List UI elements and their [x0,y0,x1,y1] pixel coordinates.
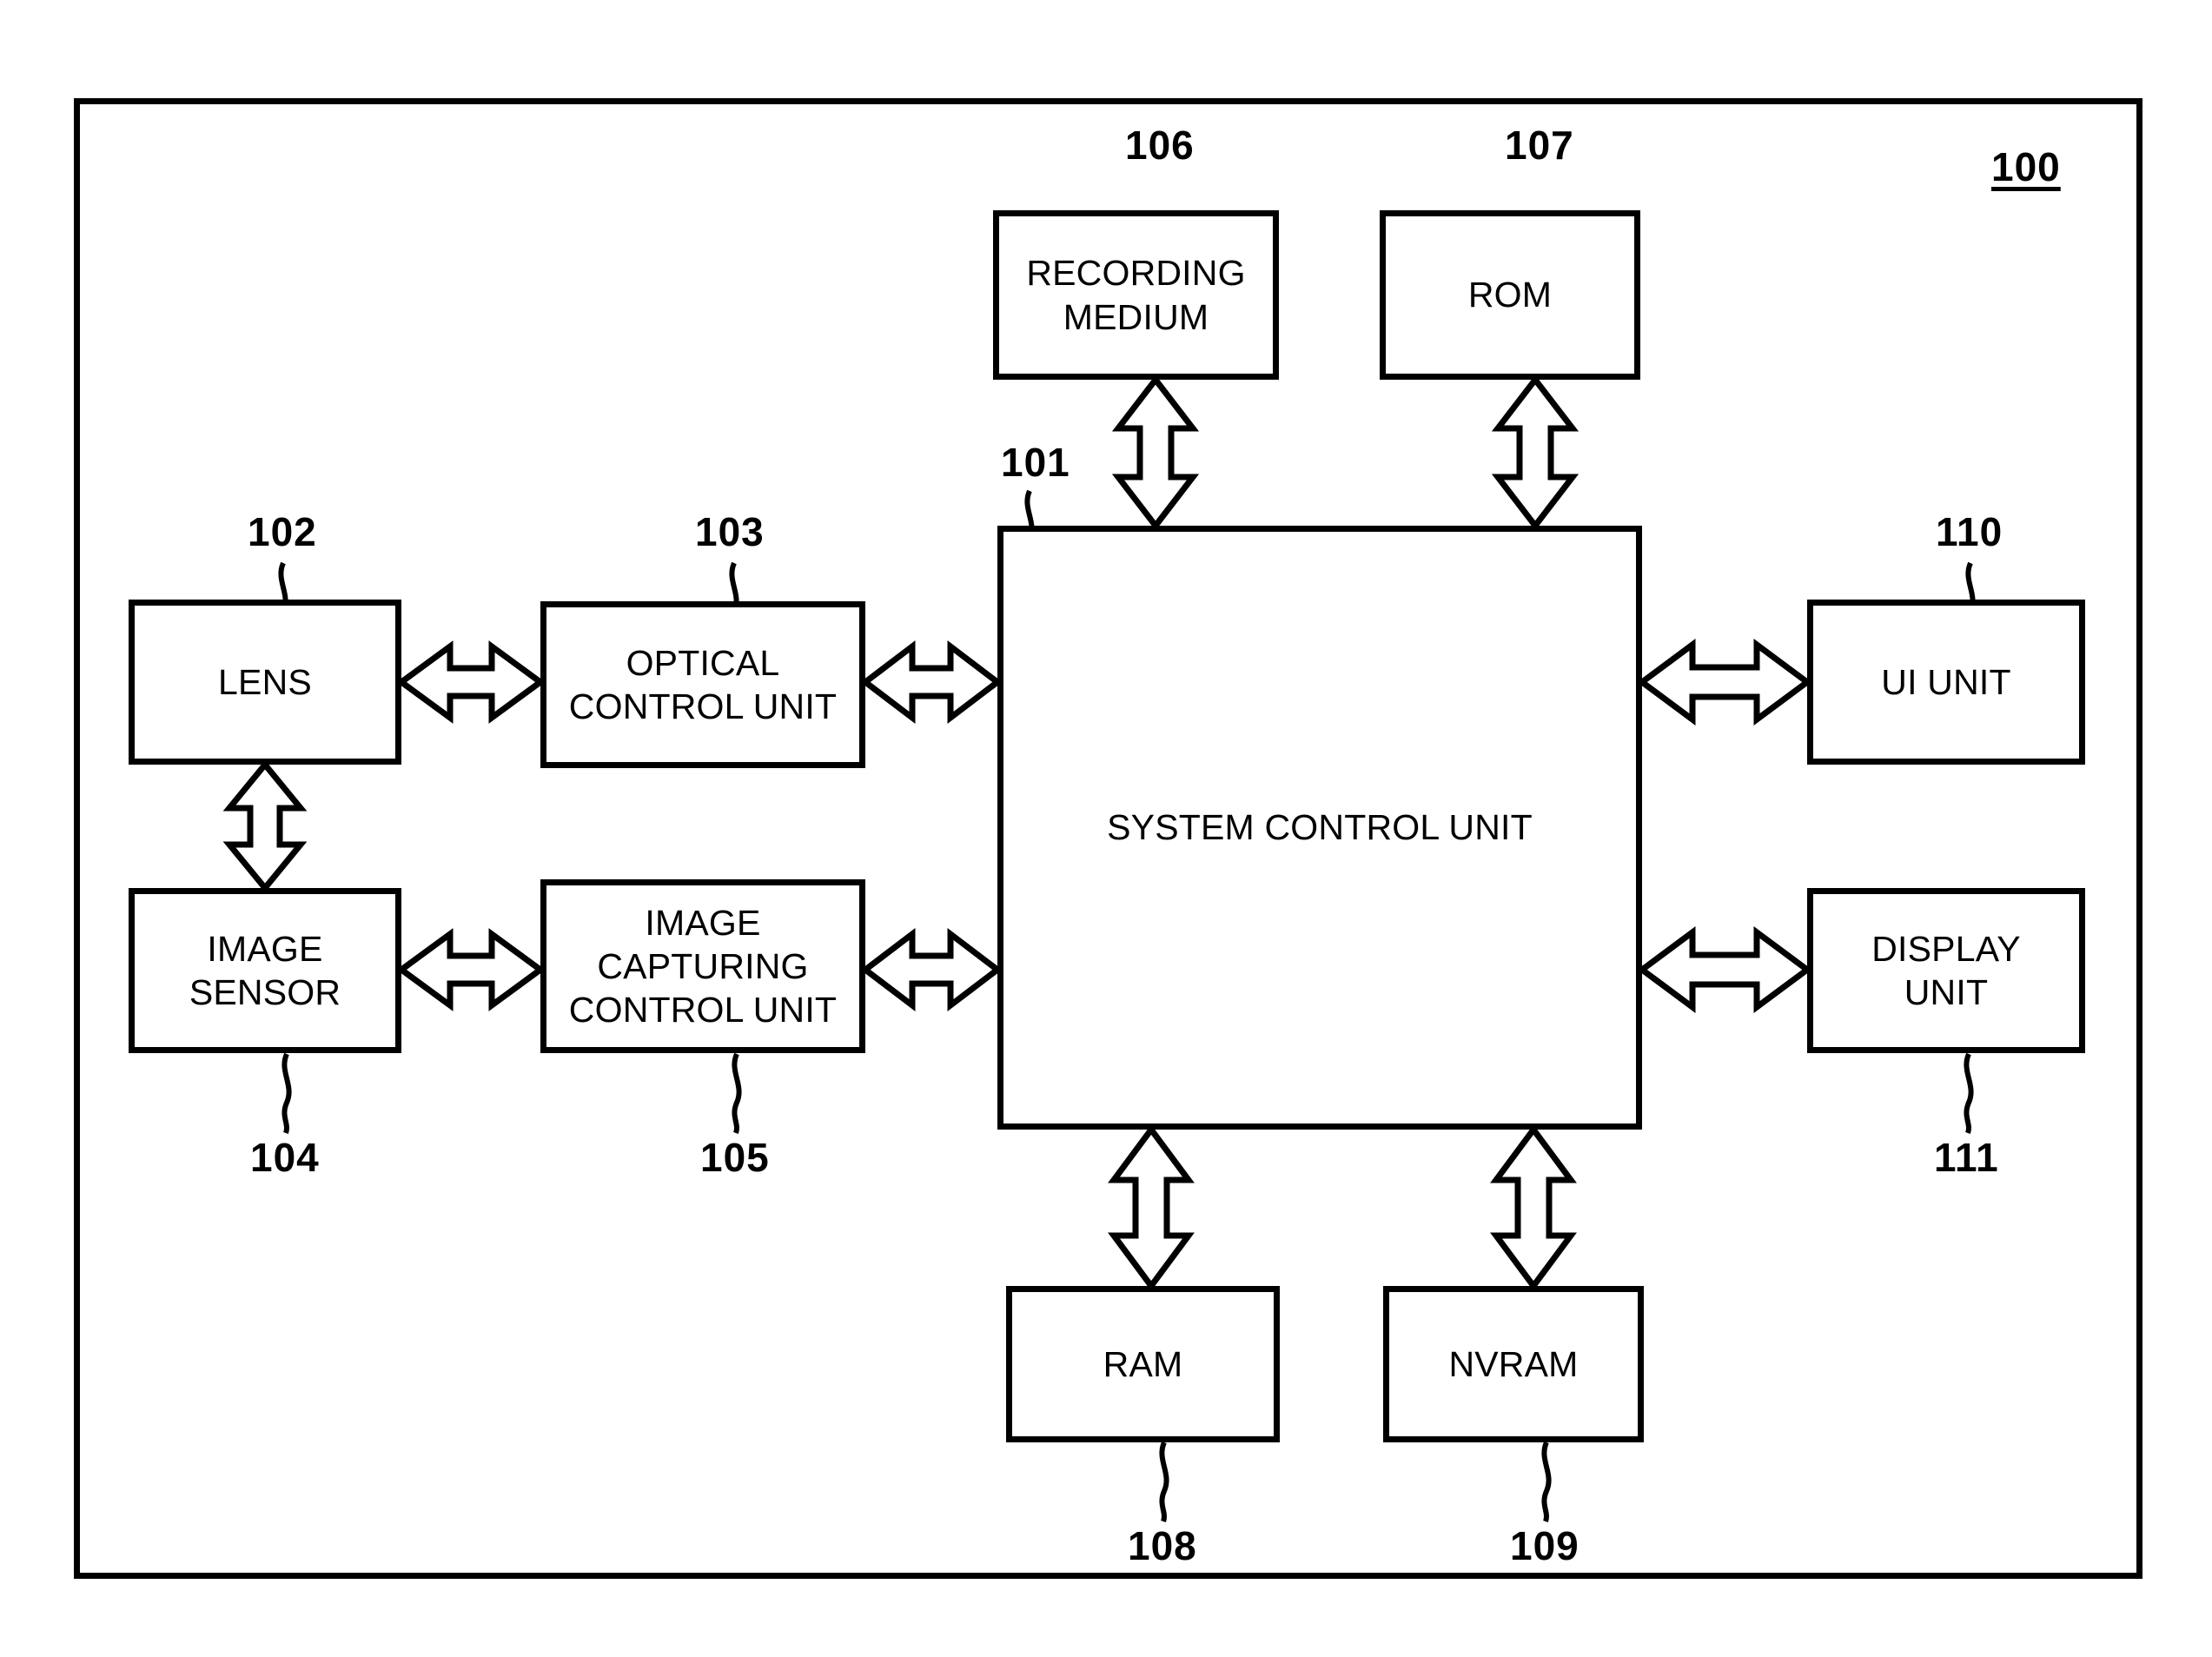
numeral-109: 109 [1510,1523,1580,1568]
block-lens[interactable]: LENS [129,600,401,765]
numeral-106: 106 [1125,123,1195,168]
numeral-108: 108 [1128,1523,1197,1568]
block-display-unit-label: DISPLAY UNIT [1871,928,2021,1012]
numeral-103: 103 [695,509,765,554]
block-lens-label: LENS [218,661,312,702]
block-image-capturing-control-unit[interactable]: IMAGE CAPTURING CONTROL UNIT [540,879,865,1053]
block-optical-control-unit-label: OPTICAL CONTROL UNIT [568,642,838,726]
block-image-sensor-label: IMAGE SENSOR [189,928,341,1012]
block-system-control-unit[interactable]: SYSTEM CONTROL UNIT [997,526,1642,1130]
numeral-110: 110 [1936,509,2003,554]
block-ui-unit[interactable]: UI UNIT [1807,600,2085,765]
block-nvram-label: NVRAM [1448,1343,1579,1384]
block-recording-medium[interactable]: RECORDING MEDIUM [993,210,1279,380]
block-rom-label: ROM [1467,275,1553,315]
block-ram-label: RAM [1103,1343,1183,1384]
numeral-111: 111 [1934,1135,1999,1180]
block-ram[interactable]: RAM [1006,1286,1280,1442]
numeral-104: 104 [250,1135,320,1180]
block-display-unit[interactable]: DISPLAY UNIT [1807,888,2085,1053]
block-rom[interactable]: ROM [1380,210,1640,380]
numeral-107: 107 [1505,123,1574,168]
figure-canvas: RECORDING MEDIUM ROM SYSTEM CONTROL UNIT… [0,0,2212,1657]
block-image-sensor[interactable]: IMAGE SENSOR [129,888,401,1053]
numeral-102: 102 [248,509,317,554]
block-ui-unit-label: UI UNIT [1881,661,2011,702]
block-recording-medium-label: RECORDING MEDIUM [1026,253,1246,337]
block-optical-control-unit[interactable]: OPTICAL CONTROL UNIT [540,601,865,768]
numeral-105: 105 [700,1135,770,1180]
numeral-101: 101 [1001,440,1070,485]
block-system-control-unit-label: SYSTEM CONTROL UNIT [1107,807,1533,848]
numeral-100: 100 [1991,144,2061,189]
block-image-capturing-control-unit-label: IMAGE CAPTURING CONTROL UNIT [568,902,838,1030]
block-nvram[interactable]: NVRAM [1383,1286,1644,1442]
